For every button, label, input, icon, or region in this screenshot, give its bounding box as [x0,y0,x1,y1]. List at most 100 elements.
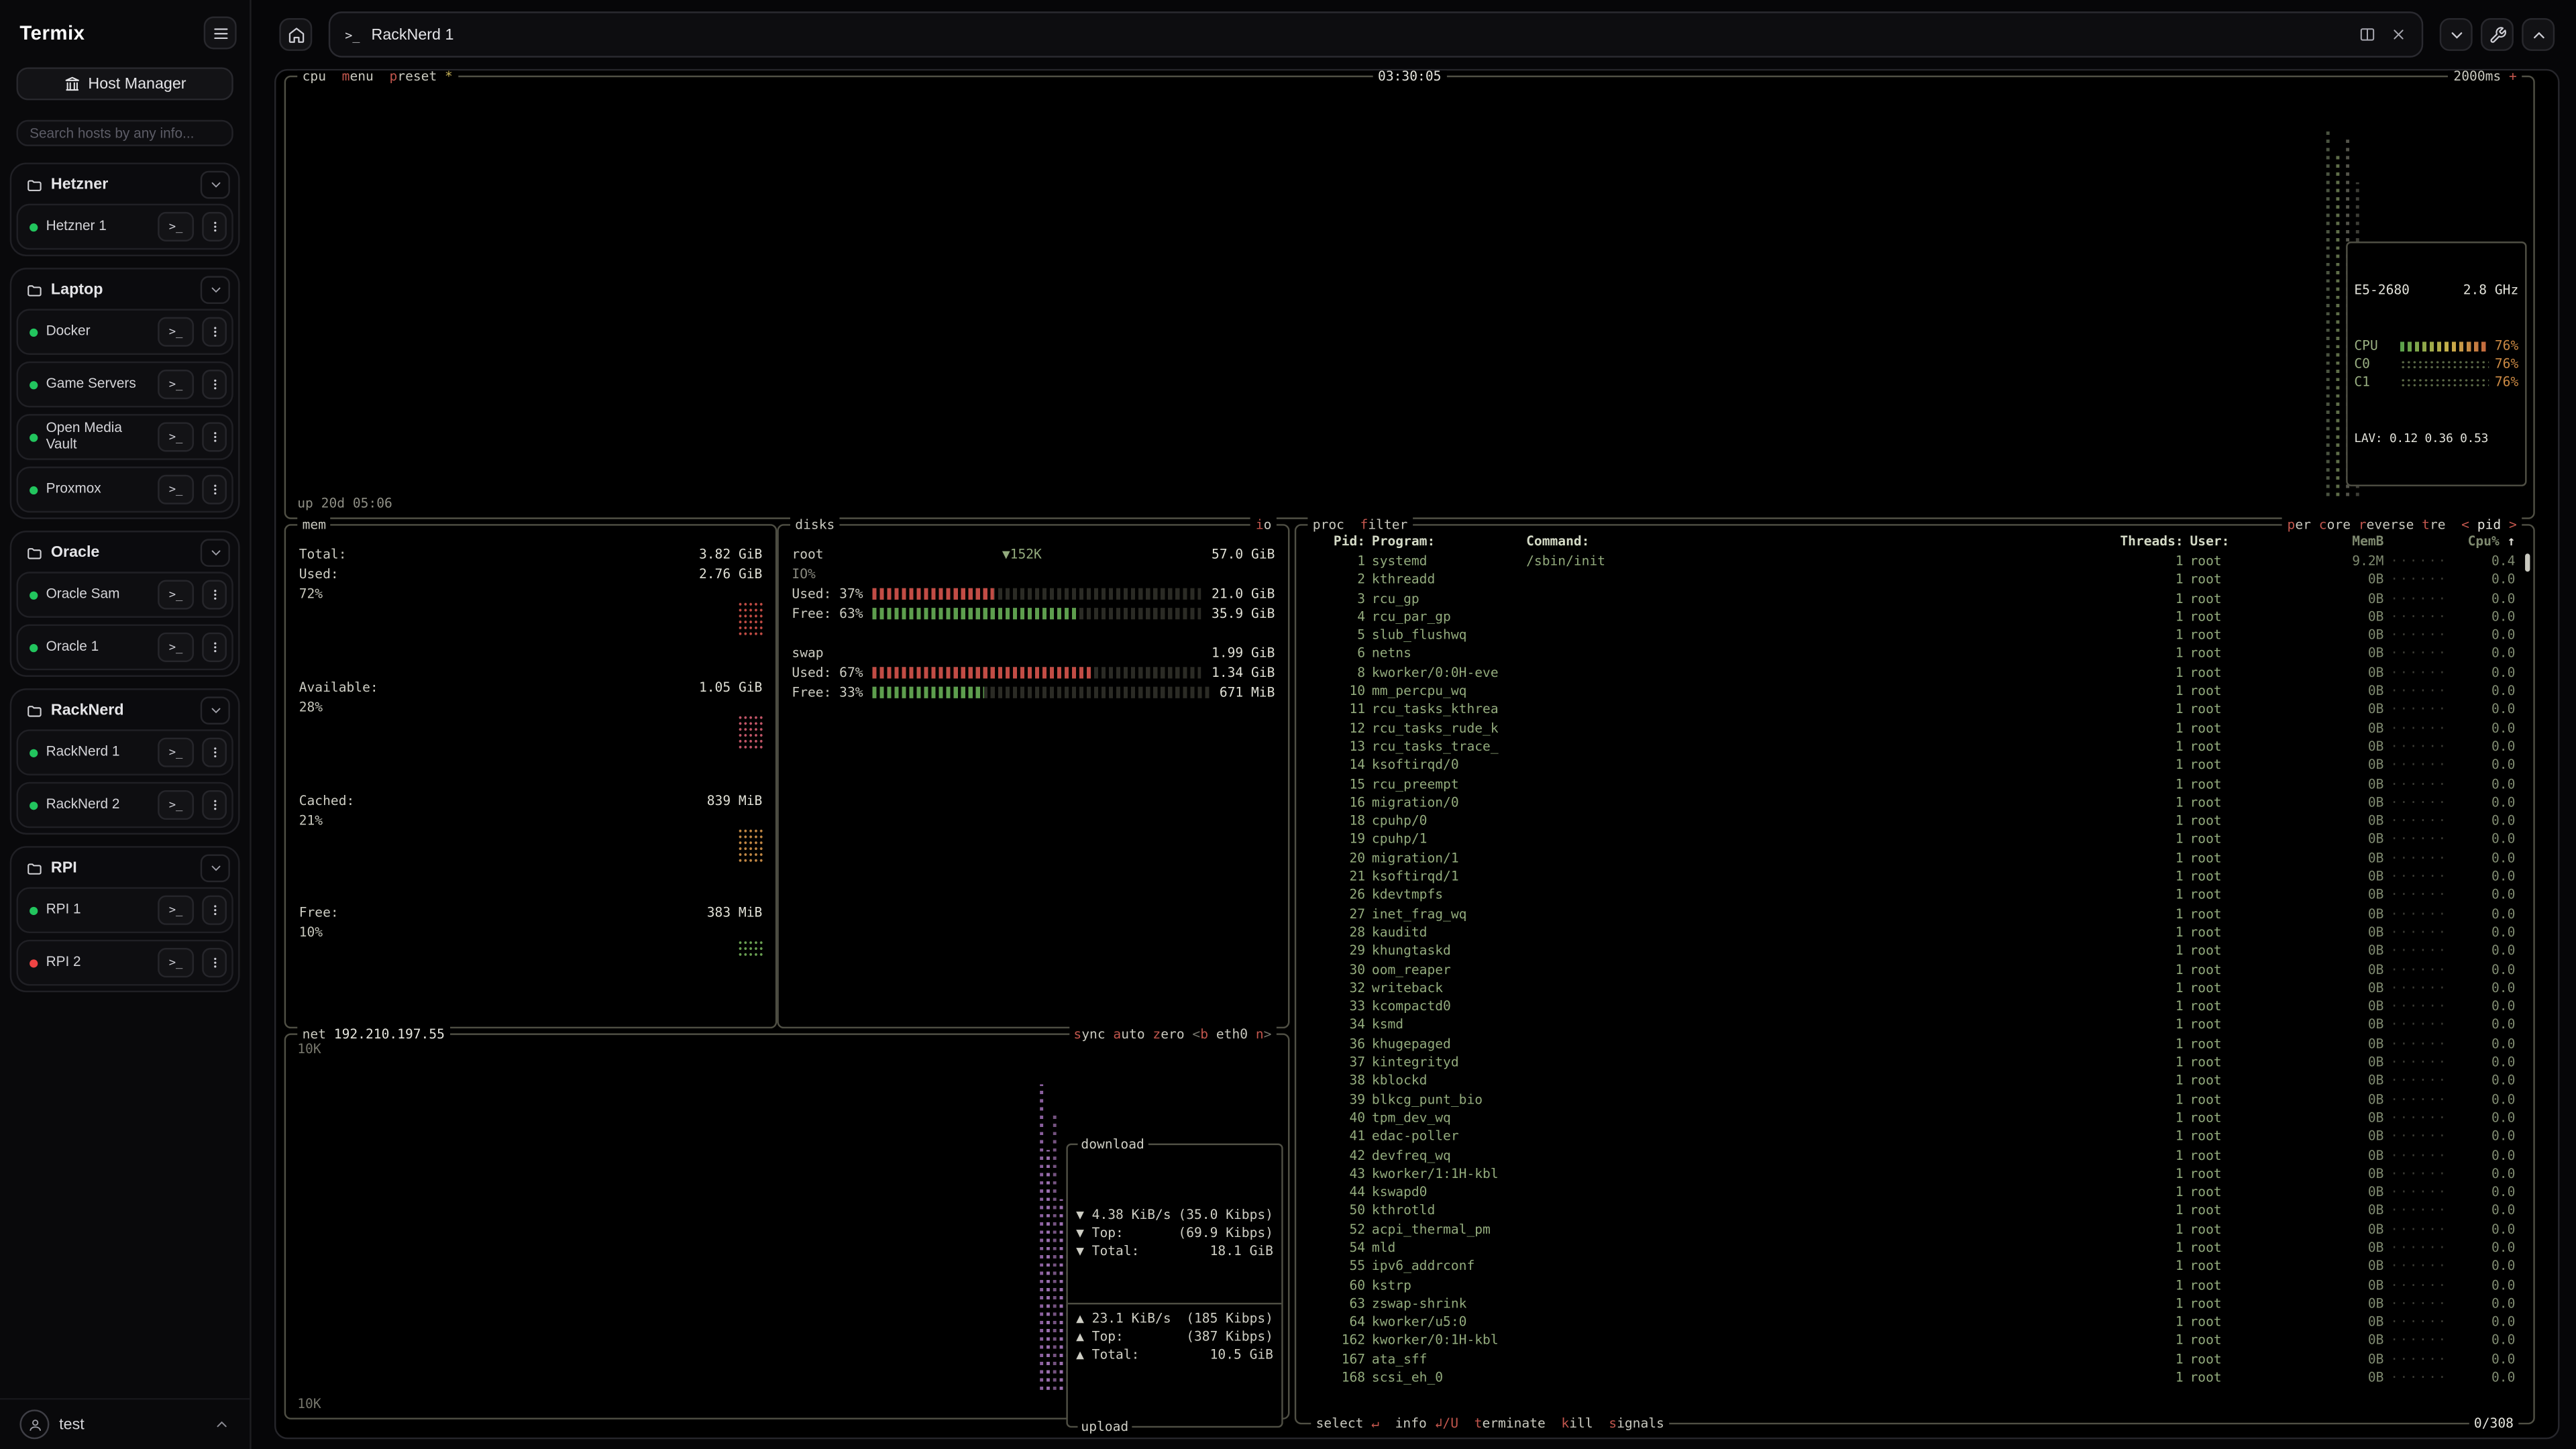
open-terminal-button[interactable]: >_ [158,475,194,504]
proc-col-header[interactable]: Program: [1372,532,1519,551]
proc-col-header[interactable]: MemB [2288,532,2383,551]
process-row[interactable]: 54mld1root0B·······0.0 [1309,1238,2520,1257]
process-row[interactable]: 8kworker/0:0H-eve1root0B·······0.0 [1309,663,2520,682]
proc-col-header[interactable]: Pid: [1309,532,1365,551]
process-row[interactable]: 40tpm_dev_wq1root0B·······0.0 [1309,1109,2520,1128]
host-menu-button[interactable] [202,790,227,820]
host-menu-button[interactable] [202,212,227,241]
disks-panel-title[interactable]: disks [790,516,840,535]
host-group-header[interactable]: Oracle [16,537,233,569]
proc-scrollbar[interactable] [2525,553,2530,572]
process-row[interactable]: 38kblockd1root0B·······0.0 [1309,1072,2520,1091]
process-row[interactable]: 30oom_reaper1root0B·······0.0 [1309,961,2520,979]
process-row[interactable]: 37kintegrityd1root0B·······0.0 [1309,1053,2520,1072]
process-row[interactable]: 44kswapd01root0B·······0.0 [1309,1183,2520,1201]
mem-panel-title[interactable]: mem [297,516,331,535]
process-row[interactable]: 27inet_frag_wq1root0B·······0.0 [1309,905,2520,924]
process-row[interactable]: 21ksoftirqd/11root0B·······0.0 [1309,867,2520,886]
process-row[interactable]: 5slub_flushwq1root0B·······0.0 [1309,627,2520,645]
open-terminal-button[interactable]: >_ [158,948,194,977]
process-row[interactable]: 2kthreadd1root0B·······0.0 [1309,571,2520,590]
host-menu-button[interactable] [202,422,227,451]
chevron-down-icon[interactable] [201,696,230,724]
process-row[interactable]: 34ksmd1root0B·······0.0 [1309,1016,2520,1035]
open-terminal-button[interactable]: >_ [158,580,194,609]
proc-footer[interactable]: select ↵ info ↲/U terminate kill signals [1311,1414,1669,1433]
process-row[interactable]: 41edac-poller1root0B·······0.0 [1309,1127,2520,1146]
search-input[interactable] [16,120,233,146]
open-terminal-button[interactable]: >_ [158,738,194,767]
process-row[interactable]: 3rcu_gp1root0B·······0.0 [1309,589,2520,608]
split-view-icon[interactable] [2359,26,2375,42]
net-options[interactable]: sync auto zero <b eth0 n> [1069,1025,1277,1044]
process-row[interactable]: 13rcu_tasks_trace_1root0B·······0.0 [1309,738,2520,757]
process-row[interactable]: 162kworker/0:1H-kbl1root0B·······0.0 [1309,1332,2520,1350]
open-terminal-button[interactable]: >_ [158,212,194,241]
terminal[interactable]: cpu menu preset * 03:30:05 2000ms + up 2… [274,69,2560,1439]
host-menu-button[interactable] [202,633,227,662]
process-row[interactable]: 6netns1root0B·······0.0 [1309,645,2520,663]
host-menu-button[interactable] [202,948,227,977]
process-row[interactable]: 36khugepaged1root0B·······0.0 [1309,1034,2520,1053]
host-menu-button[interactable] [202,370,227,399]
host-item[interactable]: Game Servers>_ [16,362,233,408]
process-row[interactable]: 52acpi_thermal_pm1root0B·······0.0 [1309,1220,2520,1239]
scroll-down-button[interactable] [2440,18,2473,51]
proc-col-header[interactable]: Cpu% ↑ [2453,532,2515,551]
proc-col-header[interactable]: User: [2190,532,2282,551]
host-item[interactable]: RPI 2>_ [16,940,233,986]
host-group-header[interactable]: Hetzner [16,169,233,201]
host-menu-button[interactable] [202,896,227,925]
process-row[interactable]: 33kcompactd01root0B·······0.0 [1309,998,2520,1016]
process-row[interactable]: 16migration/01root0B·······0.0 [1309,794,2520,812]
host-item[interactable]: Open Media Vault>_ [16,414,233,460]
process-row[interactable]: 39blkcg_punt_bio1root0B·······0.0 [1309,1090,2520,1109]
process-row[interactable]: 12rcu_tasks_rude_k1root0B·······0.0 [1309,719,2520,738]
open-terminal-button[interactable]: >_ [158,633,194,662]
user-footer[interactable]: test [0,1398,250,1449]
host-item[interactable]: Oracle Sam>_ [16,572,233,618]
tab-title[interactable]: RackNerd 1 [372,25,2348,44]
open-terminal-button[interactable]: >_ [158,422,194,451]
host-item[interactable]: Hetzner 1>_ [16,204,233,250]
proc-col-header[interactable]: Threads: [2118,532,2184,551]
host-group-header[interactable]: Laptop [16,274,233,306]
disks-io-toggle[interactable]: io [1251,516,1277,535]
admin-tools-button[interactable] [2481,18,2514,51]
process-row[interactable]: 19cpuhp/11root0B·······0.0 [1309,830,2520,849]
host-item[interactable]: Oracle 1>_ [16,625,233,671]
cpu-panel-title[interactable]: cpu menu preset * [297,69,458,86]
process-row[interactable]: 10mm_percpu_wq1root0B·······0.0 [1309,682,2520,701]
process-row[interactable]: 63zswap-shrink1root0B·······0.0 [1309,1294,2520,1313]
host-item[interactable]: RackNerd 1>_ [16,729,233,775]
chevron-down-icon[interactable] [201,276,230,304]
host-group-header[interactable]: RackNerd [16,695,233,727]
process-row[interactable]: 14ksoftirqd/01root0B·······0.0 [1309,756,2520,775]
chevron-up-icon[interactable] [213,1416,229,1432]
process-row[interactable]: 55ipv6_addrconf1root0B·······0.0 [1309,1257,2520,1276]
net-panel-title[interactable]: net 192.210.197.55 [297,1025,449,1044]
host-item[interactable]: Proxmox>_ [16,467,233,513]
process-row[interactable]: 20migration/11root0B·······0.0 [1309,849,2520,868]
host-menu-button[interactable] [202,475,227,504]
open-terminal-button[interactable]: >_ [158,370,194,399]
host-group-header[interactable]: RPI [16,853,233,884]
process-row[interactable]: 28kauditd1root0B·······0.0 [1309,923,2520,942]
proc-col-header[interactable]: Command: [1526,532,2111,551]
chevron-down-icon[interactable] [201,539,230,567]
home-button[interactable] [279,18,312,51]
host-item[interactable]: RackNerd 2>_ [16,782,233,828]
process-row[interactable]: 11rcu_tasks_kthrea1root0B·······0.0 [1309,700,2520,719]
process-row[interactable]: 50kthrotld1root0B·······0.0 [1309,1201,2520,1220]
process-row[interactable]: 15rcu_preempt1root0B·······0.0 [1309,775,2520,794]
process-row[interactable]: 167ata_sff1root0B·······0.0 [1309,1350,2520,1368]
process-row[interactable]: 42devfreq_wq1root0B·······0.0 [1309,1146,2520,1165]
host-menu-button[interactable] [202,317,227,347]
process-row[interactable]: 32writeback1root0B·······0.0 [1309,979,2520,998]
scroll-up-button[interactable] [2522,18,2555,51]
process-row[interactable]: 26kdevtmpfs1root0B·······0.0 [1309,886,2520,905]
open-terminal-button[interactable]: >_ [158,790,194,820]
host-item[interactable]: RPI 1>_ [16,887,233,933]
proc-panel-title[interactable]: proc filter [1307,516,1412,535]
refresh-interval[interactable]: 2000ms + [2449,69,2522,86]
